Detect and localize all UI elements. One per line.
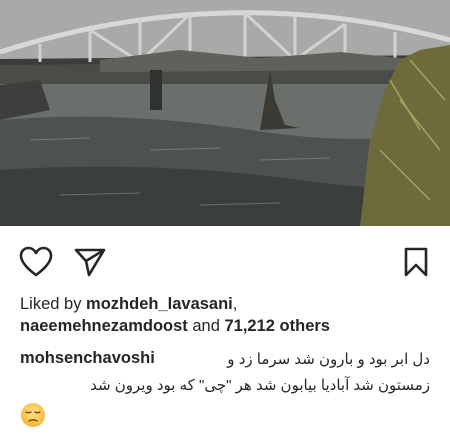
like-button[interactable] bbox=[14, 240, 58, 284]
paper-plane-icon bbox=[74, 248, 106, 277]
pensive-face-icon bbox=[20, 402, 46, 428]
likes-prefix: Liked by bbox=[20, 295, 87, 313]
save-button[interactable] bbox=[394, 240, 438, 284]
liker-username-2[interactable]: naeemehnezamdoost bbox=[20, 317, 188, 335]
caption-text-line2: زمستون شد آبادیا بیابون شد هر "چی" که بو… bbox=[90, 377, 430, 394]
share-button[interactable] bbox=[68, 240, 112, 284]
flooded-river-bridge-image bbox=[0, 0, 450, 226]
bookmark-icon bbox=[404, 247, 428, 277]
caption-username[interactable]: mohsenchavoshi bbox=[20, 347, 155, 369]
post-action-bar bbox=[0, 240, 450, 284]
likes-summary: Liked by mozhdeh_lavasani, naeemehnezamd… bbox=[20, 293, 440, 337]
liker-username-1[interactable]: mozhdeh_lavasani bbox=[86, 295, 233, 313]
post-photo[interactable] bbox=[0, 0, 450, 226]
caption-text-line1: دل ابر بود و بارون شد سرما زد و bbox=[227, 351, 430, 368]
likes-separator: , bbox=[232, 295, 238, 313]
heart-icon bbox=[19, 246, 53, 277]
likes-count[interactable]: 71,212 others bbox=[225, 317, 330, 335]
likes-middle: and bbox=[187, 317, 225, 335]
instagram-post: Liked by mozhdeh_lavasani, naeemehnezamd… bbox=[0, 0, 450, 436]
